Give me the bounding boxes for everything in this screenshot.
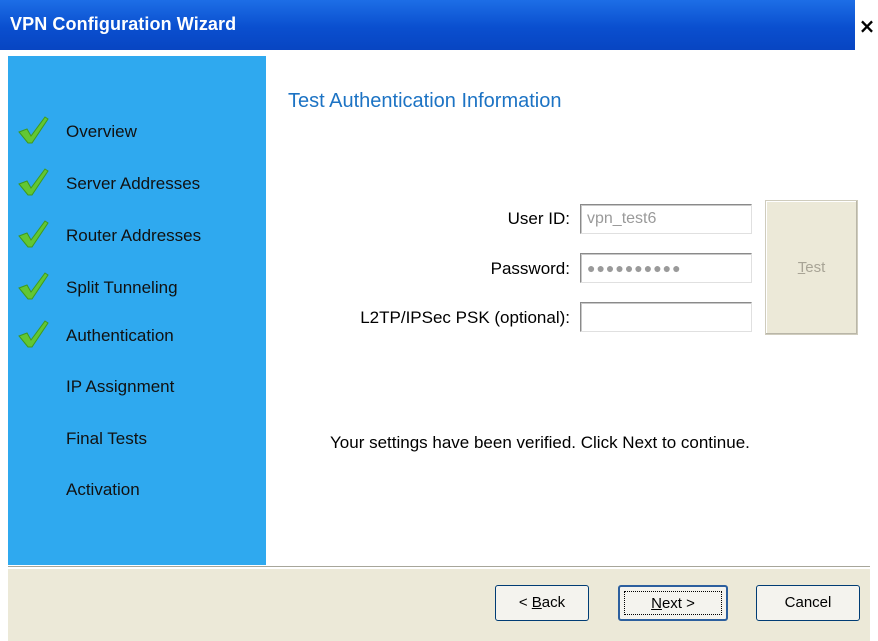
psk-label: L2TP/IPSec PSK (optional): [360,308,570,327]
user-id-field[interactable]: vpn_test6 [580,204,752,234]
step-ip-assignment: IP Assignment [8,373,266,401]
password-field[interactable]: ●●●●●●●●●● [580,253,752,283]
back-button-accel: B [531,594,542,611]
window-title: VPN Configuration Wizard [10,14,237,34]
close-icon: × [858,14,876,38]
test-button[interactable]: Test [765,200,858,335]
step-final-tests: Final Tests [8,425,266,453]
footer-bar: < Back Next > Cancel [8,569,870,641]
checkmark-icon [18,220,49,248]
checkmark-icon [18,116,49,144]
back-button-label: ack [541,594,566,611]
wizard-window: VPN Configuration Wizard × Overview Serv… [0,0,878,641]
step-activation: Activation [8,476,266,504]
step-router-addresses: Router Addresses [8,220,266,250]
title-bar-background: VPN Configuration Wizard [0,0,855,50]
test-button-label: est [805,259,826,276]
step-authentication: Authentication [8,320,266,350]
close-button[interactable]: × [856,14,878,38]
step-label: Router Addresses [66,226,202,245]
psk-field[interactable] [580,302,752,332]
password-label: Password: [490,259,570,278]
back-button[interactable]: < Back [495,585,589,621]
step-label: Authentication [66,326,174,345]
step-label: Final Tests [66,429,147,448]
step-label: Server Addresses [66,174,201,193]
step-split-tunneling: Split Tunneling [8,272,266,302]
step-label: Split Tunneling [66,278,178,297]
page-title: Test Authentication Information [288,90,562,112]
checkmark-icon [18,320,49,348]
next-button-label: ext > [661,595,695,612]
step-label: Overview [66,122,137,141]
next-button-accel: N [651,595,662,612]
back-button-prefix: < [518,594,532,611]
next-button[interactable]: Next > [618,585,728,621]
step-label: Activation [66,480,140,499]
step-server-addresses: Server Addresses [8,168,266,198]
step-overview: Overview [8,116,266,146]
checkmark-icon [18,272,49,300]
checkmark-icon [18,168,49,196]
wizard-steps-sidebar: Overview Server Addresses Router Address… [8,56,266,565]
status-message: Your settings have been verified. Click … [330,433,750,452]
cancel-button[interactable]: Cancel [756,585,860,621]
user-id-label: User ID: [507,209,570,228]
step-label: IP Assignment [66,377,175,396]
title-bar: VPN Configuration Wizard × [0,0,878,50]
cancel-button-label: Cancel [784,594,832,611]
